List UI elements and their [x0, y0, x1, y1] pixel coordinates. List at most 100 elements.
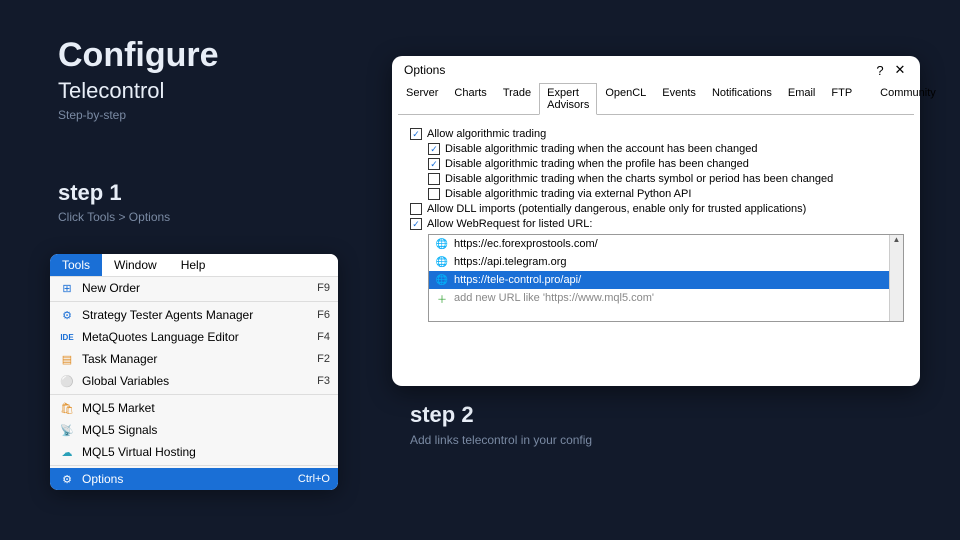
menu-item-label: Options — [82, 472, 298, 486]
url-text: https://ec.forexprostools.com/ — [454, 238, 598, 250]
check-disable-profile[interactable]: Disable algorithmic trading when the pro… — [428, 158, 904, 170]
menubar-tools[interactable]: Tools — [50, 254, 102, 276]
globe-icon: 🌐 — [435, 273, 449, 287]
cloud-icon: ☁ — [58, 444, 76, 460]
tab-email[interactable]: Email — [780, 83, 824, 115]
options-gear-icon: ⚙ — [58, 471, 76, 487]
menu-separator — [50, 301, 338, 302]
globe-icon: 🌐 — [435, 237, 449, 251]
market-icon: 🛍 — [58, 400, 76, 416]
menu-item-label: MQL5 Signals — [82, 423, 330, 437]
tab-server[interactable]: Server — [398, 83, 446, 115]
menu-item-mq-editor[interactable]: IDE MetaQuotes Language Editor F4 — [50, 326, 338, 348]
menu-separator — [50, 394, 338, 395]
step2-subtitle: Add links telecontrol in your config — [410, 432, 592, 449]
dialog-title: Options — [404, 63, 870, 77]
checkbox-icon — [410, 203, 422, 215]
dialog-body: Allow algorithmic trading Disable algori… — [392, 115, 920, 332]
url-row-add[interactable]: ＋ add new URL like 'https://www.mql5.com… — [429, 289, 903, 307]
tab-community[interactable]: Community — [872, 83, 944, 115]
url-row[interactable]: 🌐 https://api.telegram.org — [429, 253, 903, 271]
menu-item-label: Task Manager — [82, 352, 317, 366]
tools-menu-panel: Tools Window Help ⊞ New Order F9 ⚙ Strat… — [50, 254, 338, 490]
plus-icon: ＋ — [435, 291, 449, 305]
check-label: Allow WebRequest for listed URL: — [427, 218, 592, 230]
page-title: Configure — [58, 36, 219, 75]
menu-item-new-order[interactable]: ⊞ New Order F9 — [50, 277, 338, 299]
step1-subtitle: Click Tools > Options — [58, 210, 170, 224]
menu-item-strategy-tester[interactable]: ⚙ Strategy Tester Agents Manager F6 — [50, 304, 338, 326]
signals-icon: 📡 — [58, 422, 76, 438]
menubar: Tools Window Help — [50, 254, 338, 276]
menu-separator — [50, 465, 338, 466]
checkbox-icon — [428, 143, 440, 155]
check-disable-python[interactable]: Disable algorithmic trading via external… — [428, 188, 904, 200]
tab-expert-advisors[interactable]: Expert Advisors — [539, 83, 597, 115]
tab-trade[interactable]: Trade — [495, 83, 539, 115]
scroll-up-icon: ▲ — [890, 235, 903, 249]
url-text: https://tele-control.pro/api/ — [454, 274, 581, 286]
menu-item-task-manager[interactable]: ▤ Task Manager F2 — [50, 348, 338, 370]
check-allow-dll[interactable]: Allow DLL imports (potentially dangerous… — [410, 203, 904, 215]
task-manager-icon: ▤ — [58, 351, 76, 367]
check-label: Allow algorithmic trading — [427, 128, 546, 140]
menu-item-options[interactable]: ⚙ Options Ctrl+O — [50, 468, 338, 490]
menu-item-label: MetaQuotes Language Editor — [82, 330, 317, 344]
menubar-help[interactable]: Help — [169, 254, 218, 276]
menu-item-mql5-signals[interactable]: 📡 MQL5 Signals — [50, 419, 338, 441]
tab-opencl[interactable]: OpenCL — [597, 83, 654, 115]
menu-item-label: MQL5 Market — [82, 401, 330, 415]
dialog-titlebar: Options ? ✕ — [392, 56, 920, 82]
checkbox-icon — [410, 128, 422, 140]
url-row[interactable]: 🌐 https://ec.forexprostools.com/ — [429, 235, 903, 253]
check-label: Allow DLL imports (potentially dangerous… — [427, 203, 806, 215]
tab-events[interactable]: Events — [654, 83, 704, 115]
tab-charts[interactable]: Charts — [446, 83, 494, 115]
menu-item-label: Strategy Tester Agents Manager — [82, 308, 317, 322]
tab-notifications[interactable]: Notifications — [704, 83, 780, 115]
checkbox-icon — [428, 158, 440, 170]
menu-item-mql5-market[interactable]: 🛍 MQL5 Market — [50, 397, 338, 419]
check-allow-algo[interactable]: Allow algorithmic trading — [410, 128, 904, 140]
menu-item-global-vars[interactable]: ⚪ Global Variables F3 — [50, 370, 338, 392]
menu-item-shortcut: F4 — [317, 331, 330, 343]
step1-title: step 1 — [58, 180, 122, 206]
url-row-selected[interactable]: 🌐 https://tele-control.pro/api/ — [429, 271, 903, 289]
url-text: https://api.telegram.org — [454, 256, 567, 268]
page-tagline: Step-by-step — [58, 108, 126, 122]
step2-title: step 2 — [410, 402, 474, 428]
check-label: Disable algorithmic trading when the acc… — [445, 143, 757, 155]
check-allow-webrequest[interactable]: Allow WebRequest for listed URL: — [410, 218, 904, 230]
menu-item-shortcut: F6 — [317, 309, 330, 321]
check-disable-account[interactable]: Disable algorithmic trading when the acc… — [428, 143, 904, 155]
check-label: Disable algorithmic trading when the cha… — [445, 173, 833, 185]
url-scrollbar[interactable]: ▲ — [889, 235, 903, 321]
plus-box-icon: ⊞ — [58, 280, 76, 296]
url-list: 🌐 https://ec.forexprostools.com/ 🌐 https… — [428, 234, 904, 322]
menu-item-shortcut: F2 — [317, 353, 330, 365]
menu-item-mql5-hosting[interactable]: ☁ MQL5 Virtual Hosting — [50, 441, 338, 463]
help-button[interactable]: ? — [870, 63, 890, 78]
menu-item-shortcut: F3 — [317, 375, 330, 387]
tools-menu-list: ⊞ New Order F9 ⚙ Strategy Tester Agents … — [50, 276, 338, 490]
menu-item-label: New Order — [82, 281, 317, 295]
checkbox-icon — [428, 173, 440, 185]
page-subtitle: Telecontrol — [58, 78, 164, 104]
ide-icon: IDE — [58, 329, 76, 345]
url-text: add new URL like 'https://www.mql5.com' — [454, 292, 654, 304]
menu-item-shortcut: Ctrl+O — [298, 473, 330, 485]
checkbox-icon — [410, 218, 422, 230]
gear-icon: ⚙ — [58, 307, 76, 323]
check-label: Disable algorithmic trading when the pro… — [445, 158, 749, 170]
menubar-window[interactable]: Window — [102, 254, 169, 276]
tab-ftp[interactable]: FTP — [823, 83, 860, 115]
menu-item-label: Global Variables — [82, 374, 317, 388]
globe-icon: 🌐 — [435, 255, 449, 269]
options-dialog: Options ? ✕ Server Charts Trade Expert A… — [392, 56, 920, 386]
checkbox-icon — [428, 188, 440, 200]
close-button[interactable]: ✕ — [890, 62, 910, 78]
menu-item-shortcut: F9 — [317, 282, 330, 294]
check-label: Disable algorithmic trading via external… — [445, 188, 691, 200]
check-disable-symbol[interactable]: Disable algorithmic trading when the cha… — [428, 173, 904, 185]
dialog-tabs: Server Charts Trade Expert Advisors Open… — [398, 82, 914, 115]
